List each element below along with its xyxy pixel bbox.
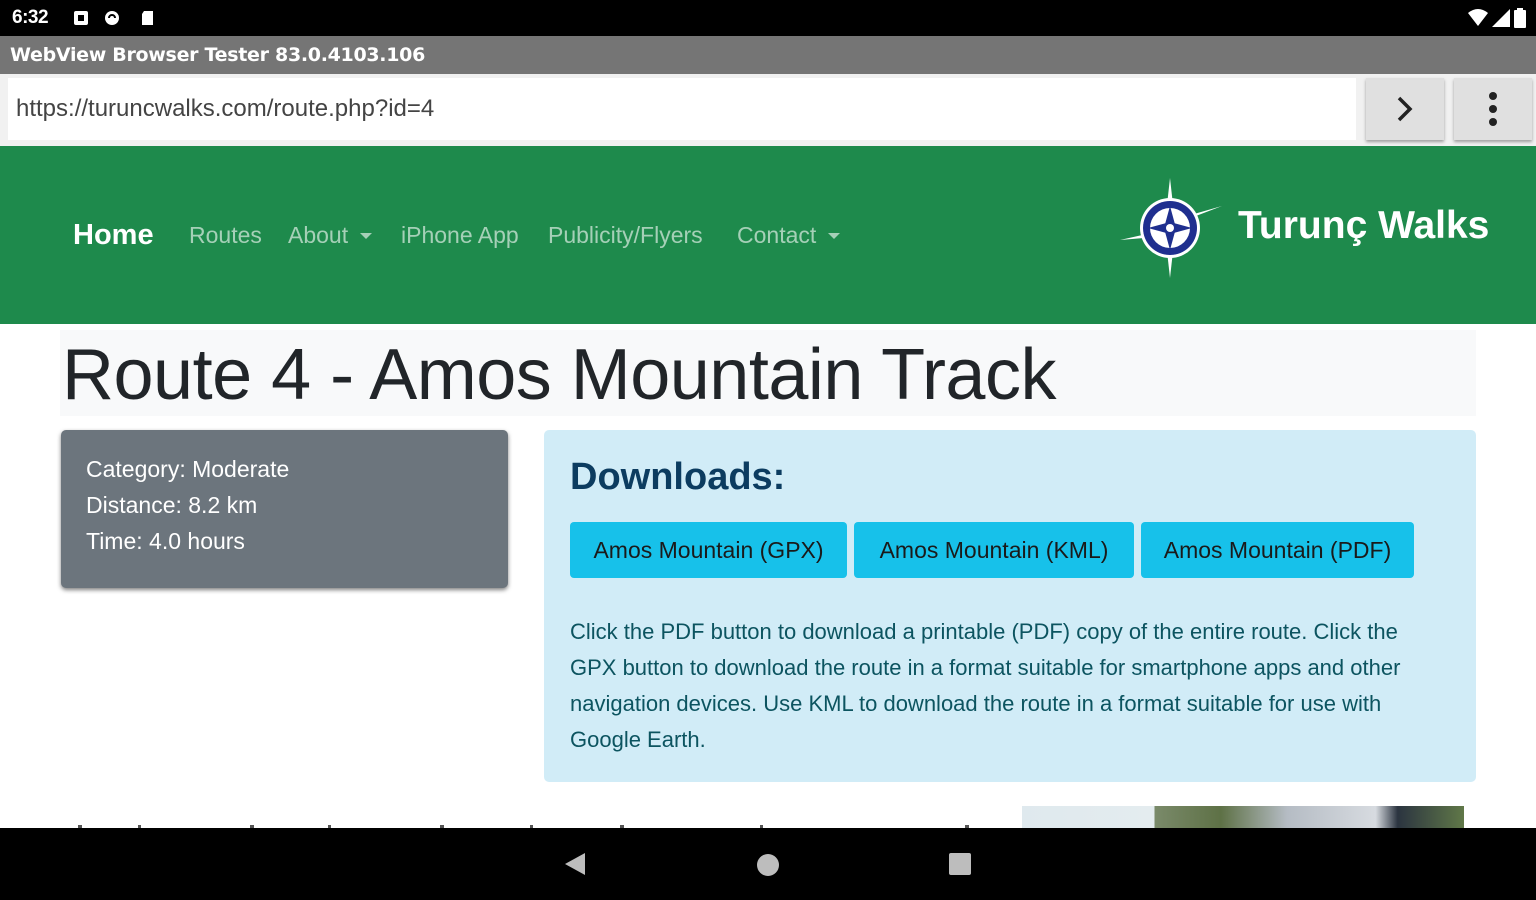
download-gpx-button[interactable]: Amos Mountain (GPX) (570, 522, 847, 578)
nav-routes-link[interactable]: Routes (189, 222, 262, 249)
caret-down-icon (828, 232, 841, 239)
nav-routes-label: Routes (189, 222, 262, 248)
battery-icon (1514, 8, 1526, 28)
nav-home-link[interactable]: Home (73, 219, 154, 252)
caret-down-icon (360, 232, 373, 239)
more-vert-icon (1489, 92, 1497, 126)
app-title-bar: WebView Browser Tester 83.0.4103.106 (0, 36, 1536, 74)
route-time: Time: 4.0 hours (86, 528, 245, 554)
nav-iphone-app-label: iPhone App (401, 222, 519, 248)
title-band: Route 4 - Amos Mountain Track (60, 330, 1476, 416)
back-triangle-icon[interactable] (563, 851, 587, 877)
nav-contact-dropdown[interactable]: Contact (737, 222, 841, 249)
cell-signal-icon (1492, 9, 1510, 27)
downloads-heading: Downloads: (570, 456, 786, 498)
overflow-menu-button[interactable] (1454, 78, 1532, 140)
nav-publicity-link[interactable]: Publicity/Flyers (548, 222, 703, 249)
route-distance: Distance: 8.2 km (86, 492, 258, 518)
url-input[interactable] (8, 78, 1356, 140)
page-title: Route 4 - Amos Mountain Track (62, 335, 1056, 415)
nav-publicity-label: Publicity/Flyers (548, 222, 703, 248)
download-kml-button[interactable]: Amos Mountain (KML) (854, 522, 1134, 578)
url-bar (0, 74, 1536, 146)
status-right-icons (1468, 8, 1526, 28)
home-circle-icon[interactable] (757, 854, 779, 876)
notification-square-icon (74, 11, 88, 25)
nav-contact-label: Contact (737, 222, 817, 248)
compass-rose-logo[interactable] (1112, 170, 1228, 286)
chevron-right-icon (1397, 96, 1413, 122)
sd-card-icon (142, 11, 153, 25)
app-title: WebView Browser Tester 83.0.4103.106 (10, 44, 425, 66)
nav-iphone-app-link[interactable]: iPhone App (401, 222, 519, 249)
route-category: Category: Moderate (86, 456, 290, 482)
downloads-description: Click the PDF button to download a print… (570, 619, 1401, 752)
status-time: 6:32 (12, 7, 49, 28)
go-button[interactable] (1366, 78, 1444, 140)
download-pdf-button[interactable]: Amos Mountain (PDF) (1141, 522, 1414, 578)
brand-name[interactable]: Turunç Walks (1238, 204, 1489, 248)
downloads-panel: Downloads: Amos Mountain (GPX) Amos Moun… (544, 430, 1476, 782)
site-navbar: Home Routes About iPhone App Publicity/F… (0, 146, 1536, 324)
route-photo (1022, 806, 1464, 828)
nav-about-dropdown[interactable]: About (288, 222, 373, 249)
system-nav-bar (0, 828, 1536, 900)
sync-icon (105, 11, 119, 25)
recents-square-icon[interactable] (949, 853, 971, 875)
status-bar: 6:32 (0, 0, 1536, 36)
nav-about-label: About (288, 222, 349, 248)
wifi-icon (1468, 9, 1488, 26)
route-info-card: Category: Moderate Distance: 8.2 km Time… (61, 430, 508, 588)
